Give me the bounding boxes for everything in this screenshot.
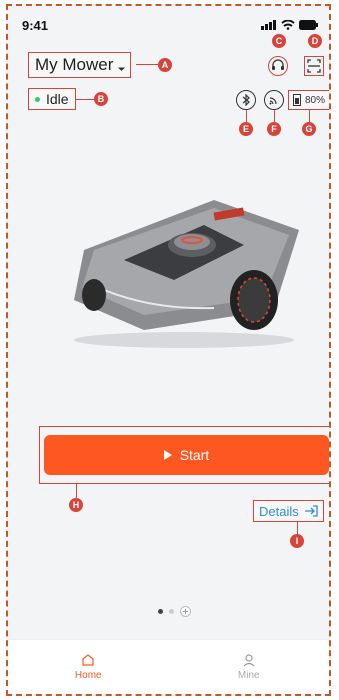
wifi-status-icon (281, 20, 295, 30)
tab-mine-label: Mine (237, 670, 260, 681)
status-dot (35, 96, 40, 102)
start-button[interactable]: Start (44, 435, 329, 475)
annotation-a: A (158, 58, 172, 72)
annotation-line-f (274, 110, 275, 122)
annotation-line-e (246, 110, 247, 122)
bluetooth-indicator (236, 90, 256, 110)
status-time: 9:41 (22, 17, 49, 33)
wifi-icon (269, 97, 277, 105)
annotation-line-a (136, 64, 158, 65)
page-dot[interactable] (169, 609, 174, 614)
headset-icon (272, 59, 284, 70)
annotation-g: G (302, 122, 316, 136)
tab-home-label: Home (74, 670, 102, 681)
annotation-i: I (290, 534, 304, 548)
wifi-indicator (264, 90, 284, 110)
app-frame: 9:41 My Mower A Idle B C D 80% E F G Sta… (6, 4, 331, 696)
details-arrow-icon (304, 505, 318, 517)
status-bar: 9:41 (22, 16, 319, 34)
battery-icon (293, 94, 301, 106)
battery-status-icon (299, 20, 318, 30)
start-label: Start (179, 447, 210, 463)
mower-selector[interactable]: My Mower (28, 52, 132, 78)
battery-percent: 80% (305, 94, 326, 106)
annotation-b: B (94, 92, 108, 106)
annotation-line-g (309, 110, 310, 122)
annotation-line-b (76, 99, 94, 100)
play-icon (163, 450, 172, 460)
dropdown-icon (118, 63, 126, 71)
scan-button[interactable] (304, 56, 324, 76)
battery-indicator: 80% (288, 90, 329, 110)
home-icon (82, 654, 94, 666)
add-page-icon[interactable] (180, 606, 191, 617)
support-button[interactable] (268, 56, 288, 76)
annotation-c: C (272, 34, 286, 48)
status-text: Idle (46, 91, 69, 107)
details-label: Details (259, 503, 299, 519)
page-indicator[interactable] (158, 606, 191, 617)
tab-mine[interactable]: Mine (169, 640, 330, 694)
annotation-e: E (239, 122, 253, 136)
status-indicator: Idle (28, 88, 76, 110)
tab-home[interactable]: Home (8, 640, 169, 694)
mower-image (74, 200, 299, 348)
signal-icon (261, 20, 276, 30)
annotation-line-h (76, 484, 77, 498)
annotation-f: F (267, 122, 281, 136)
mower-title: My Mower (35, 55, 114, 74)
annotation-line-i (297, 522, 298, 534)
system-icons (261, 20, 319, 30)
page-dot-active[interactable] (158, 609, 163, 614)
scan-icon (307, 59, 321, 73)
details-link[interactable]: Details (253, 500, 324, 522)
annotation-h: H (69, 498, 83, 512)
annotation-d: D (308, 34, 322, 48)
bluetooth-icon (242, 94, 250, 106)
tab-bar: Home Mine (8, 639, 329, 694)
user-icon (243, 654, 255, 667)
start-button-area: Start (39, 426, 329, 484)
